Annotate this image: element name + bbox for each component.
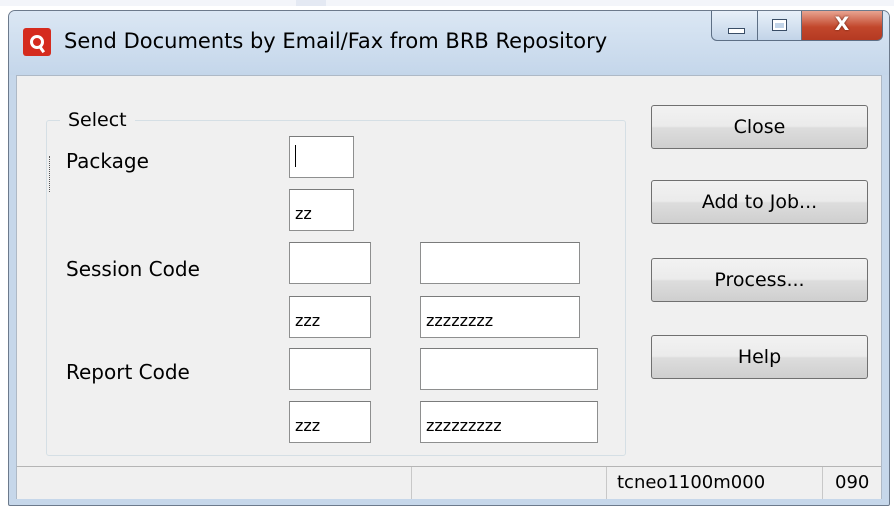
report-code-from-a-input[interactable]	[289, 348, 371, 390]
status-company: 090	[822, 467, 881, 499]
session-code-from-b-input[interactable]	[420, 242, 580, 284]
window-title: Send Documents by Email/Fax from BRB Rep…	[64, 29, 608, 53]
close-button[interactable]: Close	[651, 105, 868, 149]
background-strip	[0, 0, 894, 6]
add-to-job-button[interactable]: Add to Job...	[651, 180, 868, 224]
dialog-client-area: Select Package zz Session Code zzz zzzzz…	[16, 75, 882, 499]
focus-edge-mark	[49, 156, 52, 192]
minimize-icon	[728, 28, 745, 34]
status-session-name: tcneo1100m000	[606, 467, 822, 499]
report-code-to-a-input[interactable]: zzz	[289, 401, 371, 443]
report-code-to-b-input[interactable]: zzzzzzzzz	[420, 401, 598, 443]
background-mark	[296, 0, 326, 6]
status-cell-empty-1	[17, 467, 411, 499]
package-from-input[interactable]	[289, 136, 354, 178]
session-code-to-a-input[interactable]: zzz	[289, 296, 371, 338]
oracle-app-icon[interactable]	[23, 28, 51, 56]
session-code-from-a-input[interactable]	[289, 242, 371, 284]
minimize-button[interactable]	[711, 11, 758, 41]
help-button[interactable]: Help	[651, 335, 868, 379]
status-cell-empty-2	[411, 467, 607, 499]
status-bar: tcneo1100m000 090	[17, 466, 881, 499]
maximize-button[interactable]	[757, 11, 802, 41]
close-window-button[interactable]: X	[801, 11, 883, 41]
close-icon: X	[834, 13, 850, 35]
session-code-to-b-input[interactable]: zzzzzzzz	[420, 296, 580, 338]
title-bar[interactable]: Send Documents by Email/Fax from BRB Rep…	[9, 11, 889, 75]
report-code-label: Report Code	[66, 360, 190, 384]
session-code-label: Session Code	[66, 257, 200, 281]
process-button[interactable]: Process...	[651, 258, 868, 302]
dialog-window: Send Documents by Email/Fax from BRB Rep…	[8, 10, 890, 506]
select-group-title: Select	[60, 109, 135, 131]
report-code-from-b-input[interactable]	[420, 348, 598, 390]
package-label: Package	[66, 149, 149, 173]
maximize-icon	[772, 19, 787, 31]
package-to-input[interactable]: zz	[289, 189, 354, 231]
